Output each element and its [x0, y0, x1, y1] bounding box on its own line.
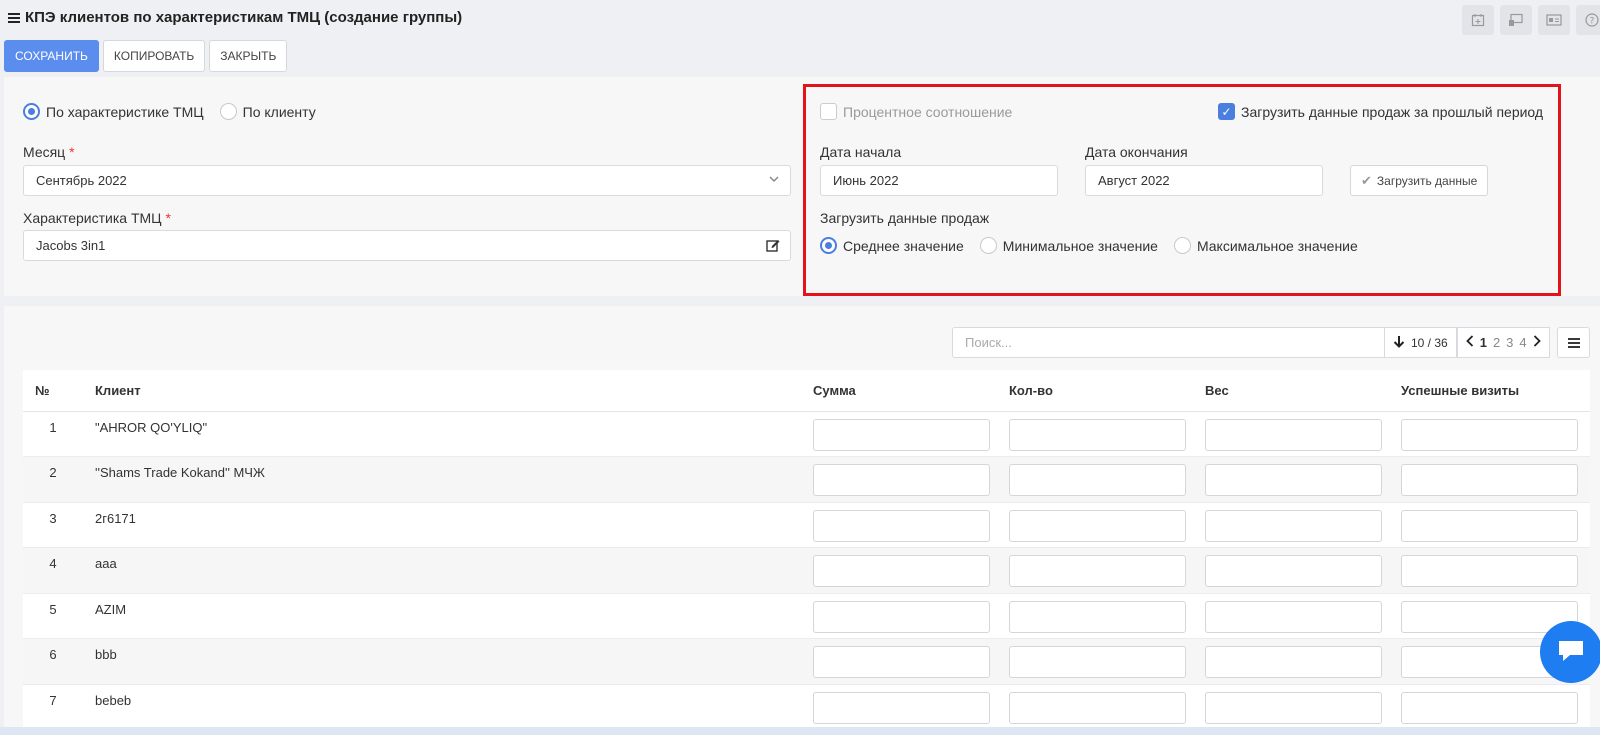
row-client: ''Shams Trade Kokand'' МЧЖ — [83, 456, 801, 503]
chat-icon — [1556, 638, 1586, 667]
characteristic-label: Характеристика ТМЦ * — [23, 210, 171, 226]
svg-text:?: ? — [1590, 17, 1595, 27]
page-title: КПЭ клиентов по характеристикам ТМЦ (соз… — [8, 9, 462, 26]
table-row: 3 2г6171 — [23, 502, 1590, 548]
row-number: 2 — [23, 456, 83, 503]
chevron-right-icon[interactable] — [1533, 335, 1541, 350]
pagination: 10 / 36 1 2 3 4 — [1384, 327, 1550, 358]
sum-input[interactable] — [813, 418, 990, 451]
header-sum[interactable]: Сумма — [801, 370, 997, 412]
sum-input[interactable] — [813, 464, 990, 496]
visits-input[interactable] — [1401, 691, 1578, 724]
action-bar: СОХРАНИТЬ КОПИРОВАТЬ ЗАКРЫТЬ — [4, 40, 288, 72]
top-icons: ? — [1462, 5, 1600, 35]
qty-input[interactable] — [1009, 509, 1186, 542]
row-client: "AHROR QO'YLIQ" — [83, 411, 801, 457]
qty-input[interactable] — [1009, 555, 1186, 587]
search-input[interactable]: Поиск... — [952, 327, 1385, 358]
sort-toggle[interactable]: 10 / 36 — [1384, 327, 1457, 358]
page-1[interactable]: 1 — [1480, 335, 1487, 350]
radio-selected-icon — [23, 103, 40, 120]
row-number: 6 — [23, 638, 83, 685]
qty-input[interactable] — [1009, 646, 1186, 678]
chevron-left-icon[interactable] — [1465, 335, 1474, 350]
row-client: AZIM — [83, 593, 801, 639]
table-row: 6 bbb — [23, 638, 1590, 685]
page-nav: 1 2 3 4 — [1456, 327, 1550, 358]
id-card-icon[interactable] — [1538, 5, 1570, 35]
sum-input[interactable] — [813, 691, 990, 724]
page-4[interactable]: 4 — [1519, 335, 1526, 350]
visits-input[interactable] — [1401, 418, 1578, 451]
top-bar: КПЭ клиентов по характеристикам ТМЦ (соз… — [0, 0, 1600, 38]
weight-input[interactable] — [1205, 464, 1382, 496]
header-client: Клиент — [83, 370, 801, 412]
month-select[interactable]: Сентябрь 2022 — [23, 165, 791, 196]
table-row: 7 bebeb — [23, 684, 1590, 730]
copy-button[interactable]: КОПИРОВАТЬ — [102, 40, 206, 72]
month-label: Месяц * — [23, 144, 75, 160]
weight-input[interactable] — [1205, 418, 1382, 451]
table-row: 2 ''Shams Trade Kokand'' МЧЖ — [23, 456, 1590, 503]
mode-by-characteristic[interactable]: По характеристике ТМЦ — [23, 103, 204, 120]
save-button[interactable]: СОХРАНИТЬ — [4, 40, 99, 72]
visits-input[interactable] — [1401, 464, 1578, 496]
chat-button[interactable] — [1540, 621, 1600, 683]
header-qty[interactable]: Кол-во — [997, 370, 1193, 412]
characteristic-field[interactable]: Jacobs 3in1 — [23, 230, 791, 261]
weight-input[interactable] — [1205, 646, 1382, 678]
table-row: 4 aaa — [23, 547, 1590, 594]
weight-input[interactable] — [1205, 691, 1382, 724]
row-number: 4 — [23, 547, 83, 594]
row-number: 7 — [23, 684, 83, 730]
table-row: 5 AZIM — [23, 593, 1590, 639]
visits-input[interactable] — [1401, 509, 1578, 542]
sum-input[interactable] — [813, 600, 990, 633]
help-icon[interactable]: ? — [1576, 5, 1600, 35]
row-number: 3 — [23, 502, 83, 548]
menu-icon[interactable] — [8, 12, 20, 23]
header-weight[interactable]: Вес — [1193, 370, 1389, 412]
taskbar-strip — [0, 727, 1600, 735]
row-client: bbb — [83, 638, 801, 685]
qty-input[interactable] — [1009, 600, 1186, 633]
qty-input[interactable] — [1009, 691, 1186, 724]
row-client: 2г6171 — [83, 502, 801, 548]
sum-input[interactable] — [813, 646, 990, 678]
qty-input[interactable] — [1009, 464, 1186, 496]
edit-icon[interactable] — [766, 238, 780, 255]
row-client: aaa — [83, 547, 801, 594]
page-3[interactable]: 3 — [1506, 335, 1513, 350]
weight-input[interactable] — [1205, 509, 1382, 542]
visits-input[interactable] — [1401, 555, 1578, 587]
weight-input[interactable] — [1205, 600, 1382, 633]
header-visits[interactable]: Успешные визиты — [1389, 370, 1590, 412]
list-menu-icon[interactable] — [1557, 327, 1590, 358]
clients-table: № Клиент Сумма Кол-во Вес Успешные визит… — [23, 370, 1590, 730]
row-number: 5 — [23, 593, 83, 639]
table-header-row: № Клиент Сумма Кол-во Вес Успешные визит… — [23, 370, 1590, 412]
close-button[interactable]: ЗАКРЫТЬ — [209, 40, 288, 72]
monitor-icon[interactable] — [1500, 5, 1532, 35]
highlight-box — [803, 84, 1561, 296]
row-number: 1 — [23, 411, 83, 457]
sum-input[interactable] — [813, 509, 990, 542]
chevron-down-icon — [768, 173, 780, 188]
arrow-down-icon — [1393, 335, 1405, 351]
header-number: № — [23, 370, 83, 412]
qty-input[interactable] — [1009, 418, 1186, 451]
weight-input[interactable] — [1205, 555, 1382, 587]
record-count: 10 / 36 — [1411, 335, 1448, 350]
calendar-icon[interactable] — [1462, 5, 1494, 35]
sum-input[interactable] — [813, 555, 990, 587]
page-2[interactable]: 2 — [1493, 335, 1500, 350]
mode-radio-group: По характеристике ТМЦ По клиенту — [23, 103, 316, 120]
table-row: 1 "AHROR QO'YLIQ" — [23, 411, 1590, 457]
radio-empty-icon — [219, 103, 237, 120]
mode-by-client[interactable]: По клиенту — [219, 103, 316, 120]
row-client: bebeb — [83, 684, 801, 730]
